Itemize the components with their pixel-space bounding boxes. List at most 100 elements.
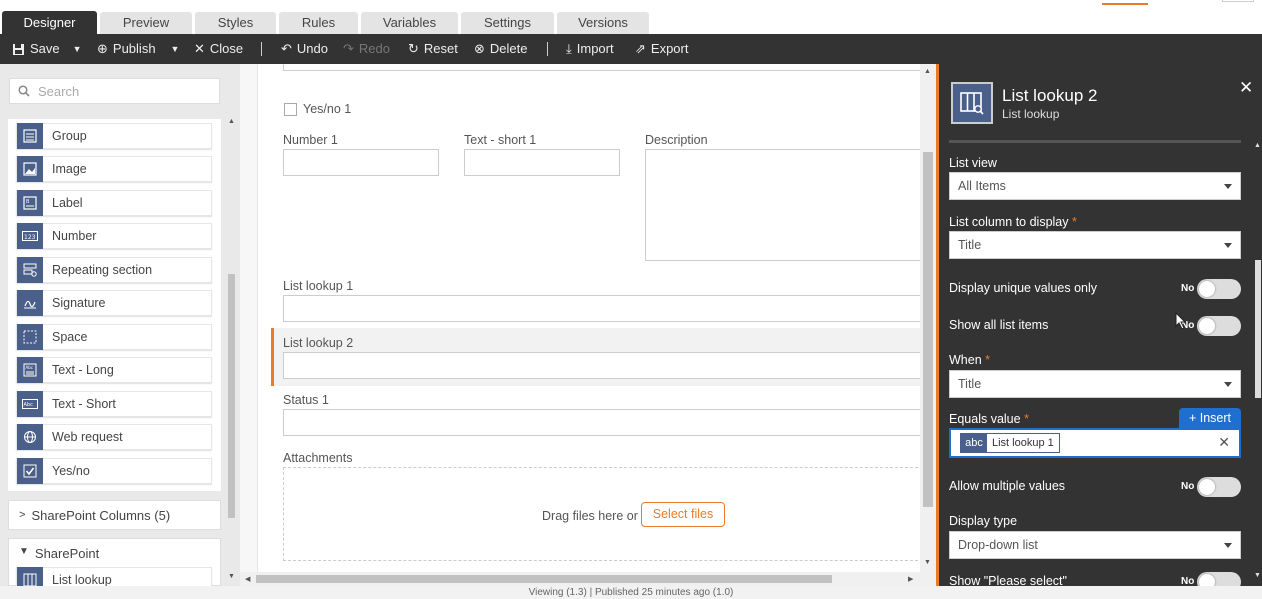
scroll-down-icon[interactable]: ▼ <box>924 559 931 566</box>
control-image[interactable]: Image <box>16 156 212 182</box>
scroll-thumb[interactable] <box>923 152 933 507</box>
list-lookup1-input[interactable] <box>283 295 920 322</box>
control-yes-no[interactable]: Yes/no <box>16 458 212 484</box>
chevron-down-icon <box>1224 184 1232 189</box>
scroll-thumb[interactable] <box>1255 260 1261 398</box>
reset-button[interactable]: ↻ Reset <box>408 34 458 64</box>
when-label-text: When <box>949 353 982 367</box>
toolbar: Save ▼ ⊕ Publish ▼ ✕ Close ↶ Undo ↷ Redo… <box>0 34 1262 64</box>
sharepoint-columns-section[interactable]: > SharePoint Columns (5) <box>8 500 221 530</box>
list-view-select[interactable]: All Items <box>949 172 1241 200</box>
unique-values-row: Display unique values only No <box>949 278 1241 300</box>
import-button[interactable]: ⤓ Import <box>566 34 614 64</box>
top-field-input[interactable] <box>283 64 920 71</box>
scroll-up-icon[interactable]: ▲ <box>228 118 235 125</box>
status-input[interactable] <box>283 409 920 436</box>
text-short-icon: Abc <box>17 391 43 417</box>
close-button[interactable]: ✕ Close <box>194 34 243 64</box>
clear-icon[interactable]: ✕ <box>1218 434 1230 451</box>
required-marker: * <box>1024 412 1029 426</box>
list-column-select[interactable]: Title <box>949 231 1241 259</box>
control-label-item[interactable]: B Label <box>16 190 212 216</box>
control-space[interactable]: Space <box>16 324 212 350</box>
allow-multiple-toggle[interactable] <box>1197 477 1241 497</box>
reset-icon: ↻ <box>408 41 419 56</box>
save-button[interactable]: Save ▼ <box>12 34 82 64</box>
undo-button[interactable]: ↶ Undo <box>281 34 328 64</box>
scroll-left-icon[interactable]: ◀ <box>245 575 250 583</box>
search-input[interactable] <box>38 83 208 99</box>
show-all-items-toggle[interactable] <box>1197 316 1241 336</box>
scroll-down-icon[interactable]: ▼ <box>1254 572 1261 579</box>
control-web-request[interactable]: Web request <box>16 424 212 450</box>
tab-styles[interactable]: Styles <box>195 12 276 34</box>
control-text-short[interactable]: Abc Text - Short <box>16 391 212 417</box>
publish-icon: ⊕ <box>97 41 108 56</box>
number-input[interactable] <box>283 149 439 176</box>
description-textarea[interactable] <box>645 149 920 261</box>
canvas-vertical-scrollbar[interactable]: ▲ ▼ <box>920 64 936 572</box>
tab-rules[interactable]: Rules <box>279 12 358 34</box>
canvas-horizontal-scrollbar[interactable]: ◀ ▶ <box>240 572 936 586</box>
control-signature[interactable]: Signature <box>16 290 212 316</box>
scroll-thumb[interactable] <box>228 274 235 518</box>
publish-button[interactable]: ⊕ Publish ▼ <box>97 34 179 64</box>
save-dropdown-icon[interactable]: ▼ <box>73 34 82 64</box>
checkbox-icon <box>17 458 43 484</box>
control-label: List lookup <box>52 573 112 586</box>
tab-preview[interactable]: Preview <box>100 12 192 34</box>
unique-values-toggle[interactable] <box>1197 279 1241 299</box>
allow-multiple-state: No <box>1181 481 1195 492</box>
attachments-dropzone[interactable]: Drag files here or Select files <box>283 467 920 561</box>
scroll-down-icon[interactable]: ▼ <box>228 573 235 580</box>
redo-button[interactable]: ↷ Redo <box>343 34 390 64</box>
scroll-up-icon[interactable]: ▲ <box>1254 142 1261 149</box>
close-icon[interactable]: ✕ <box>1239 78 1253 98</box>
search-box[interactable] <box>9 78 220 104</box>
left-panel-scrollbar[interactable]: ▲ ▼ <box>224 114 238 586</box>
control-number[interactable]: 123 Number <box>16 223 212 249</box>
text-short-input[interactable] <box>464 149 620 176</box>
panel-divider <box>949 140 1241 143</box>
yesno-label: Yes/no 1 <box>303 102 352 116</box>
tab-settings[interactable]: Settings <box>461 12 554 34</box>
show-all-items-row: Show all list items No <box>949 315 1241 337</box>
required-marker: * <box>985 353 991 367</box>
when-select[interactable]: Title <box>949 370 1241 398</box>
search-icon <box>18 85 30 97</box>
reference-chip[interactable]: abc List lookup 1 <box>960 433 1060 453</box>
publish-dropdown-icon[interactable]: ▼ <box>171 34 180 64</box>
required-marker: * <box>1072 215 1077 229</box>
control-text-long[interactable]: Abc Text - Long <box>16 357 212 383</box>
list-lookup2-input[interactable] <box>283 352 920 379</box>
export-label: Export <box>650 41 689 56</box>
display-type-select[interactable]: Drop-down list <box>949 531 1241 559</box>
group-icon <box>17 123 43 149</box>
signature-icon <box>17 290 43 316</box>
insert-button[interactable]: + Insert <box>1179 408 1241 428</box>
insert-label: Insert <box>1199 411 1232 425</box>
tab-versions[interactable]: Versions <box>557 12 649 34</box>
control-group[interactable]: Group <box>16 123 212 149</box>
export-button[interactable]: ⇗ Export <box>635 34 688 64</box>
scroll-up-icon[interactable]: ▲ <box>924 68 931 75</box>
delete-button[interactable]: ⊗ Delete <box>474 34 527 64</box>
control-list: Group Image B Label 123 Number Repeating… <box>8 119 221 491</box>
control-repeating-section[interactable]: Repeating section <box>16 257 212 283</box>
please-select-toggle[interactable] <box>1197 572 1241 586</box>
scroll-right-icon[interactable]: ▶ <box>908 575 913 583</box>
select-files-button[interactable]: Select files <box>641 502 725 527</box>
status-bar: Viewing (1.3) | Published 25 minutes ago… <box>0 586 1262 599</box>
description-label: Description <box>645 133 708 147</box>
yesno-checkbox[interactable] <box>284 103 297 116</box>
redo-icon: ↷ <box>343 41 354 56</box>
list-column-label-text: List column to display <box>949 215 1069 229</box>
properties-scrollbar[interactable]: ▲ ▼ <box>1252 140 1262 586</box>
equals-value-input[interactable]: abc List lookup 1 ✕ <box>949 428 1241 458</box>
form-canvas: Yes/no 1 Number 1 Text - short 1 Descrip… <box>240 64 920 572</box>
scroll-thumb[interactable] <box>256 575 832 583</box>
control-list-lookup[interactable]: List lookup <box>16 567 212 586</box>
tab-designer[interactable]: Designer <box>2 11 97 34</box>
export-icon: ⇗ <box>635 41 646 56</box>
tab-variables[interactable]: Variables <box>361 12 458 34</box>
